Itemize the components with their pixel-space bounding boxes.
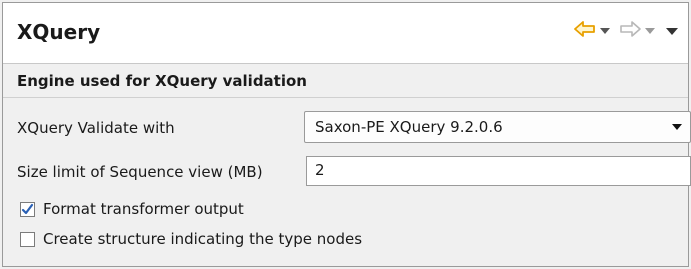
forward-history-dropdown-icon[interactable]: [645, 28, 655, 34]
sequence-limit-input[interactable]: [307, 157, 675, 183]
panel-header: XQuery: [3, 3, 688, 64]
structure-nodes-checkbox[interactable]: [20, 232, 35, 247]
section-divider: [3, 97, 688, 98]
nav-toolbar: [574, 21, 678, 41]
forward-arrow-icon: [619, 21, 641, 41]
back-arrow-icon: [574, 21, 596, 41]
validate-with-label: XQuery Validate with: [17, 119, 175, 137]
format-output-checkbox[interactable]: [20, 202, 35, 217]
chevron-down-icon[interactable]: [672, 124, 682, 130]
view-menu-icon: [666, 27, 678, 35]
validate-with-combo[interactable]: Saxon-PE XQuery 9.2.0.6: [304, 111, 691, 143]
section-header: Engine used for XQuery validation: [3, 64, 688, 96]
view-menu-button[interactable]: [664, 27, 678, 35]
format-output-label[interactable]: Format transformer output: [43, 200, 244, 218]
preferences-panel: XQuery Engine used for XQuery validation…: [2, 2, 691, 267]
structure-nodes-label[interactable]: Create structure indicating the type nod…: [43, 230, 362, 248]
forward-button[interactable]: [619, 21, 655, 41]
sequence-limit-field[interactable]: [306, 156, 691, 186]
checkmark-icon: [21, 203, 34, 215]
validate-with-value: Saxon-PE XQuery 9.2.0.6: [315, 118, 503, 136]
page-title: XQuery: [17, 20, 101, 44]
sequence-limit-label: Size limit of Sequence view (MB): [17, 163, 263, 181]
back-button[interactable]: [574, 21, 610, 41]
section-title: Engine used for XQuery validation: [17, 72, 307, 90]
back-history-dropdown-icon[interactable]: [600, 28, 610, 34]
